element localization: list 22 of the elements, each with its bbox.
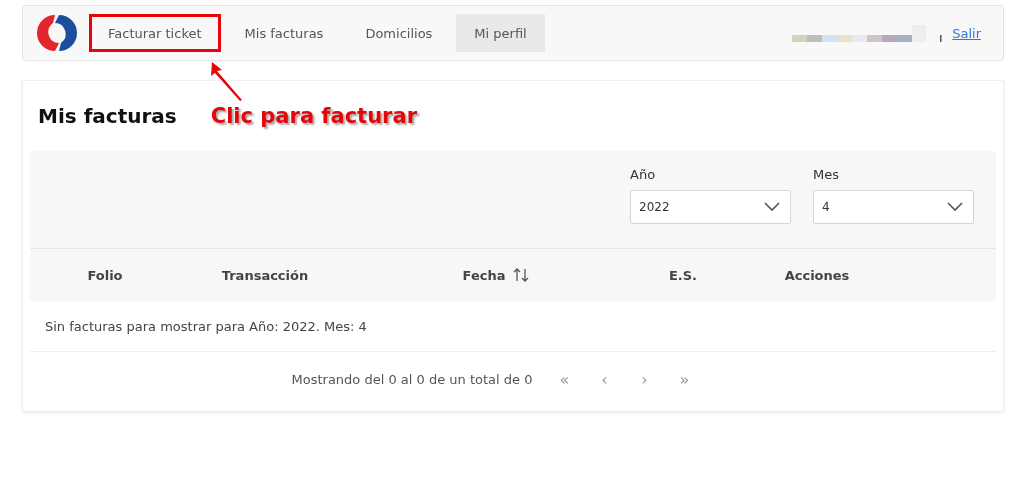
column-header: Folio bbox=[87, 267, 123, 283]
nav-tab[interactable]: Domicilios bbox=[347, 14, 451, 52]
nav-tab[interactable]: Facturar ticket bbox=[89, 14, 221, 52]
logout-link[interactable]: Salir bbox=[952, 25, 981, 41]
page-title: Mis facturas bbox=[38, 104, 177, 128]
column-header: E.S. bbox=[668, 267, 698, 283]
filter-label: Año bbox=[630, 167, 657, 182]
sort-icon[interactable] bbox=[513, 267, 530, 283]
logo-icon bbox=[37, 13, 77, 53]
dropdown[interactable]: 2022 bbox=[630, 190, 791, 224]
column-header[interactable]: Fecha bbox=[462, 267, 506, 283]
nav-tab[interactable]: Mi perfil bbox=[456, 14, 545, 52]
filter-label: Mes bbox=[813, 167, 840, 182]
annotation-text: Clic para facturar bbox=[210, 104, 417, 128]
dropdown[interactable]: 4 bbox=[813, 190, 974, 224]
empty-message: Sin facturas para mostrar para Año: 2022. Mes: 4 bbox=[45, 318, 367, 334]
pagination-summary: Mostrando del 0 al 0 de un total de 0 bbox=[291, 371, 533, 387]
column-header: Acciones bbox=[784, 267, 850, 283]
column-header: Transacción bbox=[221, 267, 309, 283]
chevron-down-icon[interactable] bbox=[947, 202, 963, 212]
chevron-down-icon[interactable] bbox=[764, 202, 780, 212]
nav-tab[interactable]: Mis facturas bbox=[226, 14, 342, 52]
